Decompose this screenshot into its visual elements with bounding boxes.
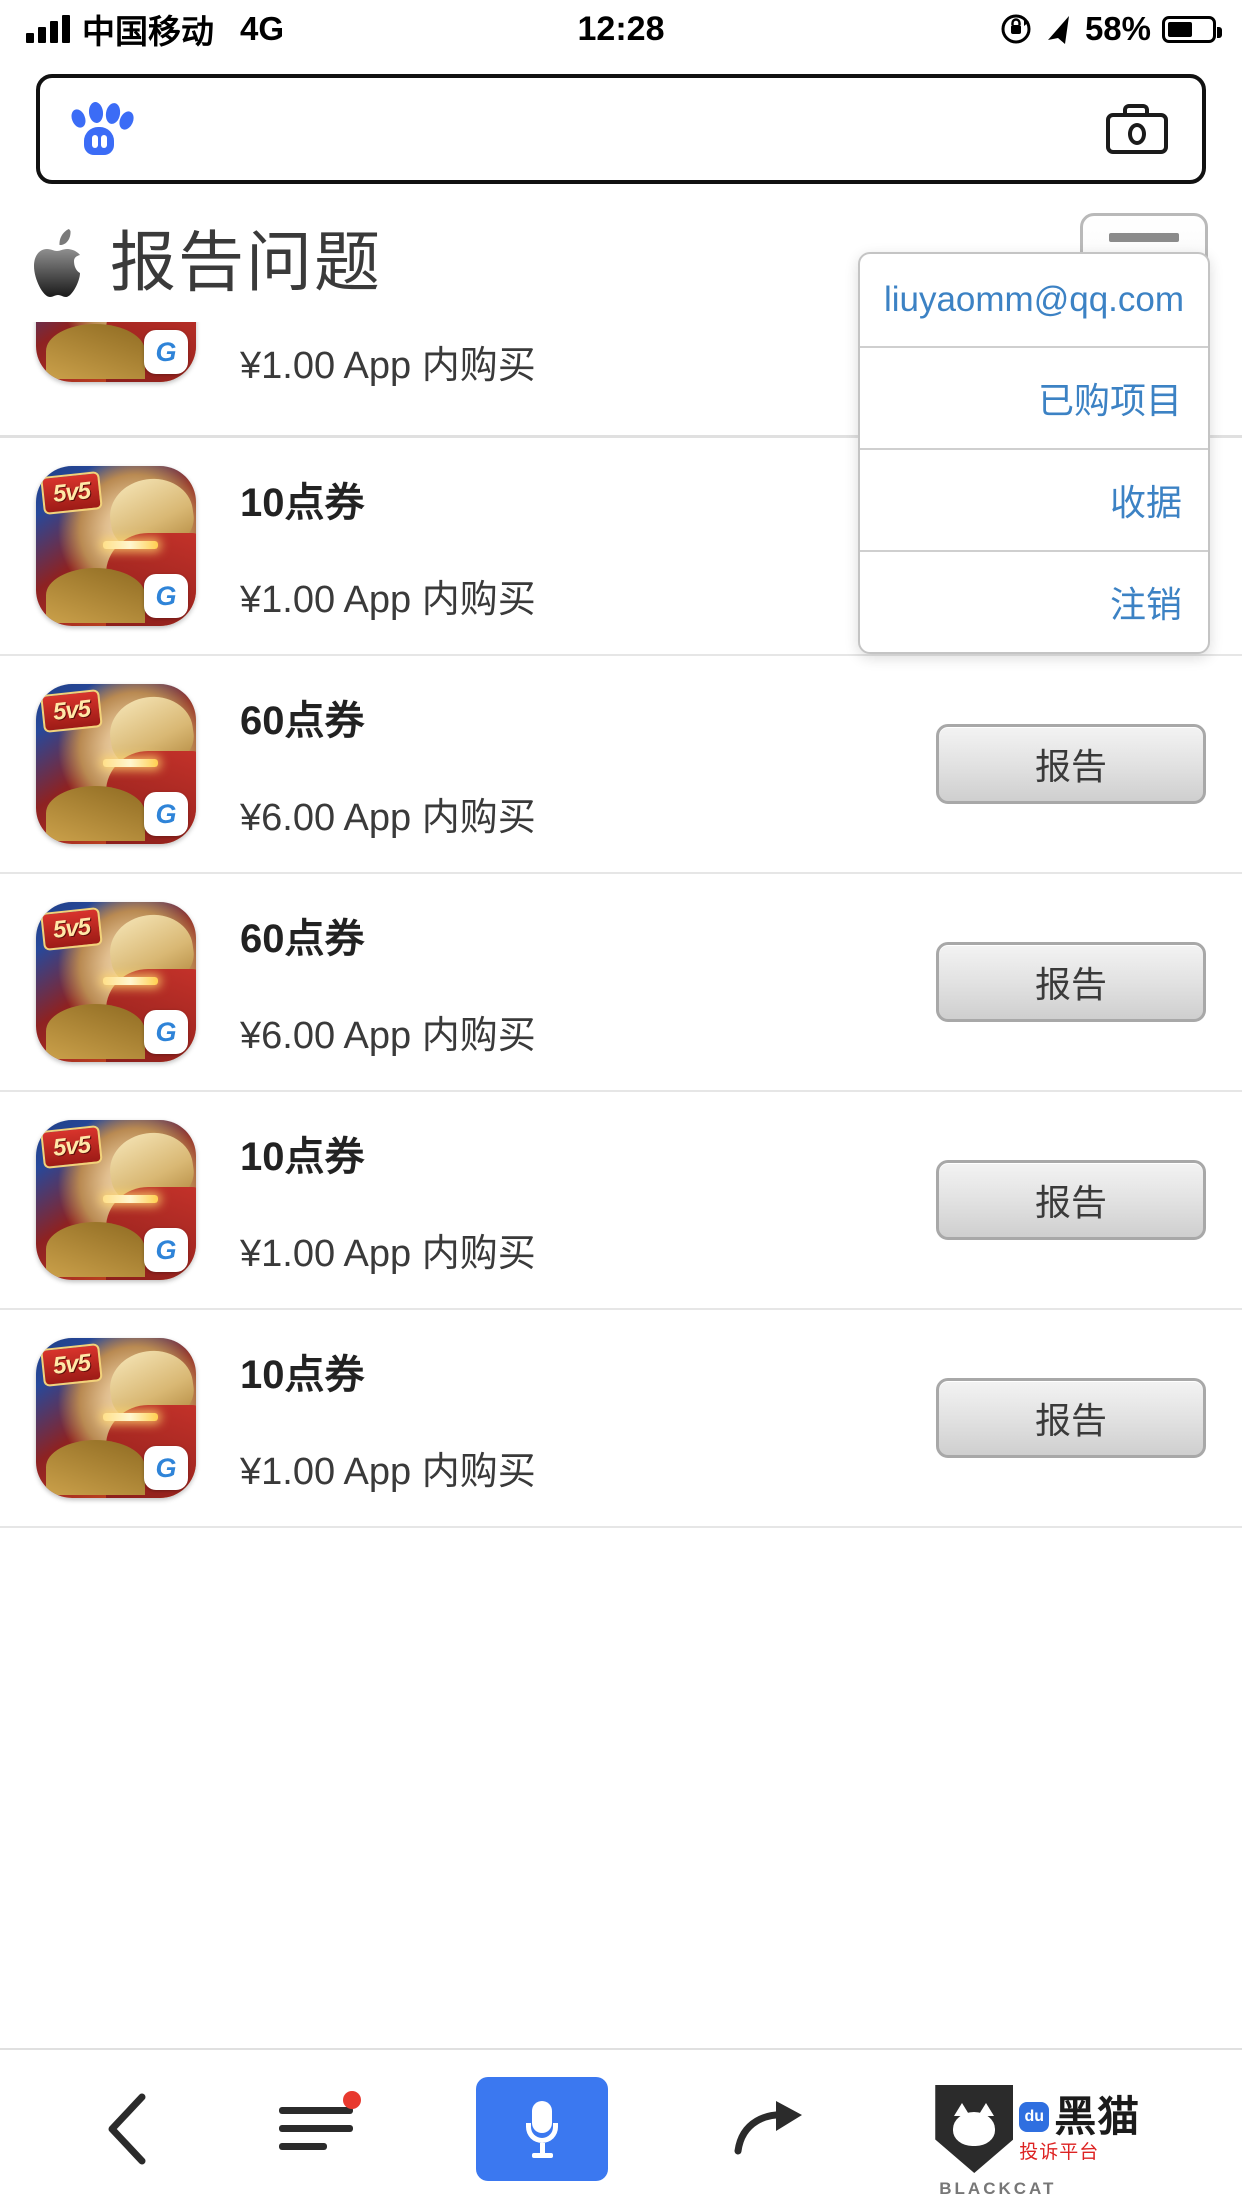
search-bar[interactable] — [36, 74, 1206, 184]
signal-bars-icon — [26, 15, 70, 43]
five-v-five-badge: 5v5 — [40, 1125, 104, 1169]
dropdown-item-signout[interactable]: 注销 — [860, 552, 1208, 652]
row-meta: 60点券 ¥6.00 App 内购买 — [196, 906, 936, 1059]
app-icon: 5v5 G — [36, 1338, 196, 1498]
item-price: ¥1.00 App 内购买 — [240, 1232, 536, 1275]
battery-percent-label: 58% — [1084, 10, 1151, 47]
row-meta: 10点券 ¥1.00 App 内购买 — [196, 1124, 936, 1277]
app-icon: 5v5 G — [36, 684, 196, 844]
heimao-footer-label: BLACKCAT — [939, 2179, 1057, 2198]
network-type-label: 4G — [240, 10, 285, 47]
item-price: ¥6.00 App 内购买 — [240, 1014, 536, 1057]
camera-icon[interactable] — [1106, 104, 1168, 154]
list-menu-icon[interactable] — [279, 2091, 362, 2159]
table-row[interactable]: 5v5 G 60点券 ¥6.00 App 内购买 报告 — [0, 656, 1242, 874]
publisher-logo-icon: G — [144, 1228, 188, 1272]
publisher-logo-icon: G — [144, 1446, 188, 1490]
microphone-icon — [524, 2101, 560, 2158]
app-icon: 5v5 G — [36, 322, 196, 382]
item-title: 60点券 — [240, 916, 365, 961]
status-bar: 中国移动 4G 12:28 58% — [0, 0, 1242, 58]
dropdown-account-email[interactable]: liuyaomm@qq.com — [860, 254, 1208, 348]
browser-search-area — [0, 58, 1242, 202]
share-arrow-icon[interactable] — [732, 2097, 812, 2161]
heimao-label-group: du 黑猫 投诉平台 — [1019, 2096, 1140, 2162]
app-icon: 5v5 G — [36, 466, 196, 626]
apple-logo-icon — [34, 229, 92, 301]
battery-icon — [1162, 15, 1222, 43]
row-meta: ¥1.00 App 内购买 — [196, 334, 936, 389]
bottom-navigation-bar: du 黑猫 投诉平台 BLACKCAT — [0, 2048, 1242, 2208]
item-price: ¥1.00 App 内购买 — [240, 345, 536, 387]
report-button[interactable]: 报告 — [936, 724, 1206, 804]
table-row[interactable]: 5v5 G 10点券 ¥1.00 App 内购买 报告 — [0, 1092, 1242, 1310]
publisher-logo-icon: G — [144, 1010, 188, 1054]
item-title: 10点券 — [240, 1352, 365, 1397]
table-row[interactable]: 5v5 G 60点券 ¥6.00 App 内购买 报告 — [0, 874, 1242, 1092]
item-title: 10点券 — [240, 1134, 365, 1179]
five-v-five-badge: 5v5 — [40, 471, 104, 515]
voice-search-button[interactable] — [476, 2077, 609, 2181]
item-price: ¥1.00 App 内购买 — [240, 578, 536, 621]
item-title: 10点券 — [240, 480, 365, 525]
baidu-paw-logo-icon — [68, 101, 137, 157]
dropdown-item-purchased[interactable]: 已购项目 — [860, 348, 1208, 450]
heimao-subtitle-label: 投诉平台 — [1019, 2142, 1100, 2163]
heimao-brand-label: 黑猫 — [1054, 2093, 1141, 2140]
five-v-five-badge: 5v5 — [40, 689, 104, 733]
item-price: ¥6.00 App 内购买 — [240, 796, 536, 839]
heimao-watermark: du 黑猫 投诉平台 BLACKCAT — [935, 2085, 1140, 2198]
account-dropdown-menu: liuyaomm@qq.com 已购项目 收据 注销 — [858, 252, 1210, 654]
search-input[interactable] — [126, 106, 1106, 152]
row-meta: 10点券 ¥1.00 App 内购买 — [196, 1342, 936, 1495]
carrier-label: 中国移动 — [82, 13, 214, 50]
item-price: ¥1.00 App 内购买 — [240, 1450, 536, 1493]
chevron-left-icon[interactable] — [102, 2089, 156, 2169]
report-button[interactable]: 报告 — [936, 1160, 1206, 1240]
table-row[interactable]: 5v5 G 10点券 ¥1.00 App 内购买 报告 — [0, 1310, 1242, 1528]
status-bar-right: 58% — [999, 10, 1222, 48]
page-title: 报告问题 — [110, 225, 382, 299]
notification-badge-dot — [343, 2091, 362, 2109]
publisher-logo-icon: G — [144, 792, 188, 836]
row-meta: 60点券 ¥6.00 App 内购买 — [196, 688, 936, 841]
publisher-logo-icon: G — [144, 330, 188, 374]
app-icon: 5v5 G — [36, 1120, 196, 1280]
rotation-lock-icon — [1001, 14, 1031, 44]
heimao-shield-icon — [935, 2085, 1014, 2173]
item-title: 60点券 — [240, 698, 365, 743]
baidu-du-icon: du — [1019, 2102, 1050, 2132]
publisher-logo-icon: G — [144, 574, 188, 618]
report-button[interactable]: 报告 — [936, 942, 1206, 1022]
app-icon: 5v5 G — [36, 902, 196, 1062]
row-meta: 10点券 ¥1.00 App 内购买 — [196, 470, 936, 623]
five-v-five-badge: 5v5 — [40, 1343, 104, 1387]
dropdown-item-receipts[interactable]: 收据 — [860, 450, 1208, 552]
report-button[interactable]: 报告 — [936, 1378, 1206, 1458]
status-bar-left: 中国移动 4G — [26, 5, 284, 53]
location-arrow-icon — [1047, 16, 1069, 44]
five-v-five-badge: 5v5 — [40, 907, 104, 951]
